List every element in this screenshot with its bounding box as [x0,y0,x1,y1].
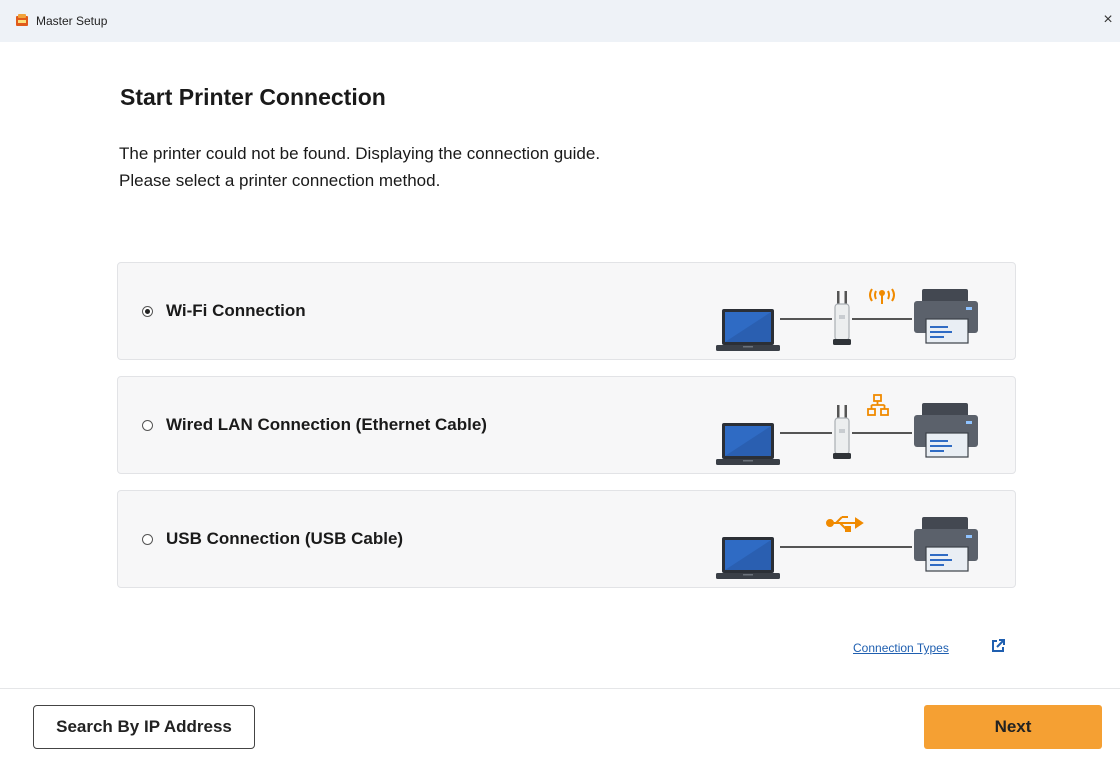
option-wired-lan-connection[interactable]: Wired LAN Connection (Ethernet Cable) [117,376,1016,474]
close-icon[interactable]: × [1098,10,1118,30]
radio-unselected-icon[interactable] [142,420,153,431]
instruction-text: The printer could not be found. Displayi… [119,140,600,194]
next-button[interactable]: Next [924,705,1102,749]
master-setup-app-icon [16,14,28,26]
radio-unselected-icon[interactable] [142,534,153,545]
wired-lan-illustration-icon [716,394,979,465]
option-label: Wired LAN Connection (Ethernet Cable) [166,415,487,434]
usb-connection-illustration-icon [716,516,979,579]
page-title: Start Printer Connection [120,84,386,110]
instruction-line-1: The printer could not be found. Displayi… [119,144,601,163]
window-title: Master Setup [36,14,108,28]
title-bar: Master Setup × [0,0,1120,42]
wifi-connection-illustration-icon [716,288,979,351]
external-link-icon[interactable] [990,638,1006,654]
option-label: USB Connection (USB Cable) [166,529,404,548]
option-wifi-connection[interactable]: Wi-Fi Connection [117,262,1016,360]
search-by-ip-button[interactable]: Search By IP Address [33,705,255,749]
option-label: Wi-Fi Connection [166,301,306,320]
connection-types-link[interactable]: Connection Types [853,641,949,655]
instruction-line-2: Please select a printer connection metho… [119,171,441,190]
radio-selected-icon[interactable] [142,306,153,317]
option-usb-connection[interactable]: USB Connection (USB Cable) [117,490,1016,588]
footer-divider [0,688,1120,689]
